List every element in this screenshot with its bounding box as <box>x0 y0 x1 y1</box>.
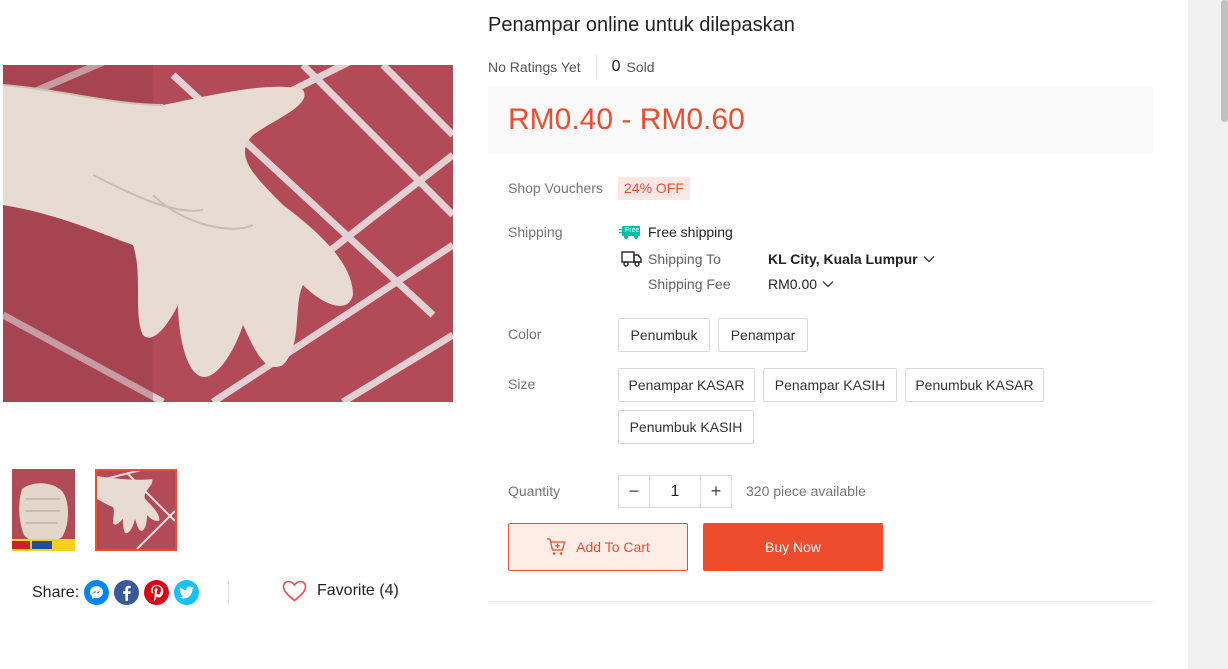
share-divider <box>228 581 229 604</box>
ratings-divider <box>595 55 597 79</box>
ratings-row: No Ratings Yet 0 Sold <box>488 55 655 79</box>
shop-vouchers-label: Shop Vouchers <box>508 180 603 196</box>
size-label: Size <box>508 376 536 392</box>
color-option-penumbuk[interactable]: Penumbuk <box>618 318 710 352</box>
facebook-icon[interactable] <box>114 580 140 605</box>
quantity-decrease-button[interactable]: − <box>618 475 650 508</box>
buy-now-button[interactable]: Buy Now <box>703 523 883 571</box>
free-shipping-text: Free shipping <box>648 224 733 240</box>
shipping-label: Shipping <box>508 224 563 240</box>
sold-count: 0 <box>611 58 621 75</box>
scrollbar-thumb[interactable] <box>1221 0 1228 122</box>
voucher-badge[interactable]: 24% OFF <box>618 177 690 200</box>
shipping-to-value[interactable]: KL City, Kuala Lumpur <box>768 251 918 267</box>
page-scrollbar[interactable] <box>1188 0 1228 669</box>
color-option-penampar[interactable]: Penampar <box>718 318 808 352</box>
free-badge-text: Free <box>625 227 640 234</box>
shipping-fee-value[interactable]: RM0.00 <box>768 276 817 292</box>
stock-available: 320 piece available <box>746 483 866 499</box>
shipping-fee-row: Shipping Fee RM0.00 <box>648 276 834 292</box>
sold-label: Sold <box>626 59 655 75</box>
messenger-icon[interactable] <box>84 580 110 605</box>
twitter-icon[interactable] <box>174 580 200 605</box>
share-row: Share: <box>32 580 204 605</box>
quantity-increase-button[interactable]: + <box>700 475 732 508</box>
product-title: Penampar online untuk dilepaskan <box>488 14 795 36</box>
shipping-to-label: Shipping To <box>648 251 721 267</box>
shipping-to-row: Shipping To KL City, Kuala Lumpur <box>621 250 935 268</box>
free-shipping-icon: Free <box>619 224 643 240</box>
favorite-button[interactable]: Favorite (4) <box>282 580 399 602</box>
size-option-penampar-kasar[interactable]: Penampar KASAR <box>618 368 755 402</box>
color-label: Color <box>508 326 542 342</box>
size-option-penumbuk-kasar[interactable]: Penumbuk KASAR <box>905 368 1044 402</box>
price-range: RM0.40 - RM0.60 <box>508 103 745 136</box>
quantity-label: Quantity <box>508 483 561 499</box>
add-to-cart-label: Add To Cart <box>576 539 650 555</box>
size-option-penampar-kasih[interactable]: Penampar KASIH <box>763 368 897 402</box>
size-option-penumbuk-kasih[interactable]: Penumbuk KASIH <box>618 410 754 444</box>
quantity-stepper: − 1 + <box>618 475 732 508</box>
section-divider <box>488 601 1153 602</box>
share-label: Share: <box>32 583 80 601</box>
product-thumbnail-selected[interactable] <box>95 469 177 551</box>
pinterest-icon[interactable] <box>144 580 170 605</box>
heart-icon <box>282 580 307 602</box>
product-thumbnail[interactable] <box>12 469 75 551</box>
main-product-image[interactable] <box>3 65 453 402</box>
quantity-input[interactable]: 1 <box>650 475 700 508</box>
chevron-down-icon[interactable] <box>923 255 935 263</box>
cart-icon <box>547 538 566 555</box>
shipping-fee-label: Shipping Fee <box>648 276 731 292</box>
price-section: RM0.40 - RM0.60 <box>488 87 1153 153</box>
truck-icon <box>621 251 642 267</box>
favorite-label: Favorite (4) <box>317 582 399 599</box>
chevron-down-icon[interactable] <box>822 280 834 288</box>
add-to-cart-button[interactable]: Add To Cart <box>508 523 688 571</box>
ratings-text[interactable]: No Ratings Yet <box>488 59 581 75</box>
free-shipping-row: Free Free shipping <box>619 224 733 240</box>
